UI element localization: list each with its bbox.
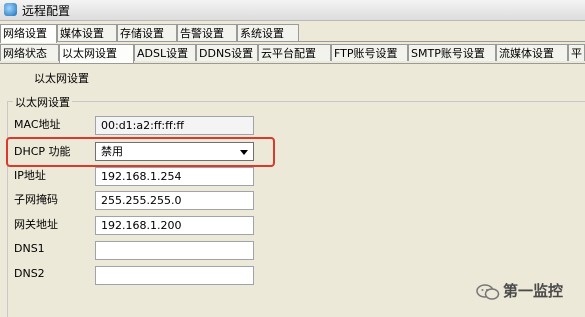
title-bar: 远程配置 — [0, 0, 585, 21]
watermark-text: 第一监控 — [503, 282, 564, 300]
ip-field[interactable]: 192.168.1.254 — [95, 167, 254, 186]
tab-network-settings[interactable]: 网络设置 — [0, 24, 57, 43]
dns1-field[interactable] — [95, 241, 254, 260]
dns1-label: DNS1 — [14, 242, 45, 255]
app-icon — [4, 3, 17, 16]
subnet-field[interactable]: 255.255.255.0 — [95, 191, 254, 210]
tab-system-settings[interactable]: 系统设置 — [237, 24, 299, 41]
sub-tab-divider — [0, 63, 585, 64]
group-title: 以太网设置 — [13, 94, 72, 110]
tab-ftp-account[interactable]: FTP账号设置 — [331, 44, 408, 61]
subnet-label: 子网掩码 — [14, 193, 58, 206]
tab-platform-truncated[interactable]: 平 — [568, 44, 585, 61]
gateway-field[interactable]: 192.168.1.200 — [95, 216, 254, 235]
window-title: 远程配置 — [22, 4, 71, 18]
gateway-label: 网关地址 — [14, 218, 58, 231]
wechat-icon — [476, 284, 500, 300]
tab-ethernet-settings[interactable]: 以太网设置 — [59, 44, 134, 63]
sub-tab-bar: 网络状态 以太网设置 ADSL设置 DDNS设置 云平台配置 FTP账号设置 S… — [0, 44, 585, 63]
ip-label: IP地址 — [14, 169, 46, 182]
main-tab-divider — [0, 41, 585, 42]
dns2-field[interactable] — [95, 266, 254, 285]
highlight-box — [6, 137, 275, 167]
tab-adsl-settings[interactable]: ADSL设置 — [134, 44, 196, 61]
tab-storage-settings[interactable]: 存储设置 — [117, 24, 177, 41]
tab-smtp-account[interactable]: SMTP账号设置 — [408, 44, 496, 61]
dns2-label: DNS2 — [14, 267, 45, 280]
mac-field: 00:d1:a2:ff:ff:ff — [95, 116, 254, 135]
tab-network-status[interactable]: 网络状态 — [0, 44, 59, 61]
page-heading: 以太网设置 — [34, 72, 89, 85]
tab-media-settings[interactable]: 媒体设置 — [57, 24, 117, 41]
tab-cloud-platform[interactable]: 云平台配置 — [258, 44, 331, 61]
mac-label: MAC地址 — [14, 118, 61, 131]
tab-streaming-settings[interactable]: 流媒体设置 — [496, 44, 568, 61]
tab-ddns-settings[interactable]: DDNS设置 — [196, 44, 258, 61]
tab-alarm-settings[interactable]: 告警设置 — [177, 24, 237, 41]
